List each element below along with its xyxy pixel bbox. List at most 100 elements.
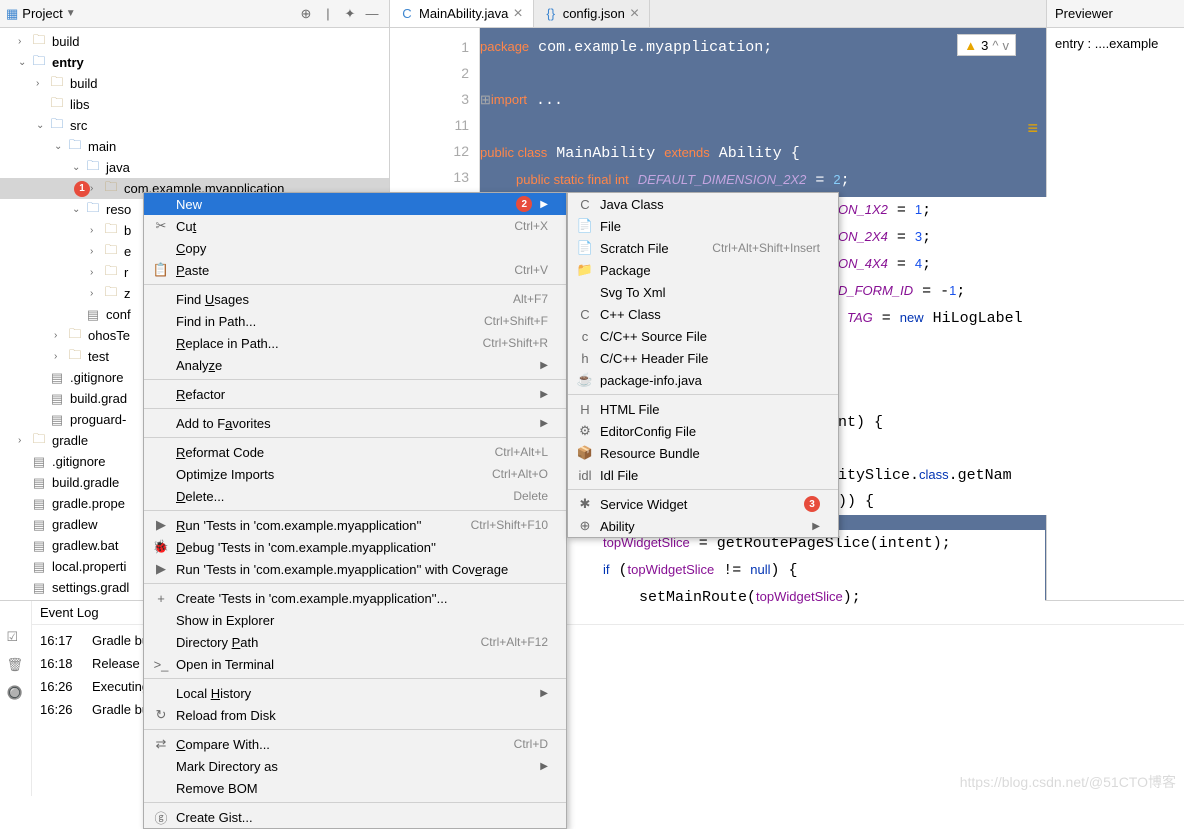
menu-item[interactable]: Mark Directory as▶: [144, 755, 566, 777]
folder-blue-icon: 🗀: [66, 139, 84, 155]
menu-icon: +: [152, 590, 170, 606]
editor-tab[interactable]: CMainAbility.java×: [390, 0, 534, 27]
menu-item[interactable]: 📦Resource Bundle: [568, 442, 838, 464]
menu-item[interactable]: Delete...Delete: [144, 485, 566, 507]
menu-item[interactable]: Find UsagesAlt+F7: [144, 288, 566, 310]
file-icon: ▤: [84, 307, 102, 323]
menu-separator: [144, 437, 566, 438]
tree-item[interactable]: ⌄🗀src: [0, 115, 389, 136]
menu-item[interactable]: Directory PathCtrl+Alt+F12: [144, 631, 566, 653]
menu-icon: [152, 335, 170, 351]
folder-icon: 🗀: [102, 265, 120, 281]
minimize-icon[interactable]: —: [363, 5, 381, 23]
menu-item[interactable]: ⚙EditorConfig File: [568, 420, 838, 442]
chevron-down-icon[interactable]: v: [1003, 38, 1010, 53]
menu-separator: [144, 729, 566, 730]
tree-item[interactable]: ⌄🗀java: [0, 157, 389, 178]
menu-icon: [152, 685, 170, 701]
line-number: 1: [390, 34, 479, 60]
tree-item[interactable]: ⌄🗀entry: [0, 52, 389, 73]
menu-item[interactable]: Refactor▶: [144, 383, 566, 405]
menu-item[interactable]: Optimize ImportsCtrl+Alt+O: [144, 463, 566, 485]
menu-item[interactable]: Add to Favorites▶: [144, 412, 566, 434]
menu-separator: [144, 678, 566, 679]
folder-blue-icon: 🗀: [48, 118, 66, 134]
menu-icon: c: [576, 328, 594, 344]
file-icon: ▤: [30, 454, 48, 470]
menu-icon: H: [576, 401, 594, 417]
menu-item[interactable]: Replace in Path...Ctrl+Shift+R: [144, 332, 566, 354]
check-icon[interactable]: ☑: [7, 629, 25, 647]
menu-item[interactable]: hC/C++ Header File: [568, 347, 838, 369]
menu-item[interactable]: >_Open in Terminal: [144, 653, 566, 675]
close-icon[interactable]: ×: [630, 5, 639, 23]
menu-item[interactable]: ✱Service Widget3: [568, 493, 838, 515]
menu-item[interactable]: ⊕Ability▶: [568, 515, 838, 537]
menu-item[interactable]: ↻Reload from Disk: [144, 704, 566, 726]
project-icon: ▦: [6, 6, 18, 22]
chevron-up-icon[interactable]: ^: [992, 38, 998, 53]
menu-item[interactable]: Analyze▶: [144, 354, 566, 376]
menu-item[interactable]: 📄File: [568, 215, 838, 237]
menu-separator: [568, 489, 838, 490]
menu-item[interactable]: ☕package-info.java: [568, 369, 838, 391]
tree-item[interactable]: 🗀libs: [0, 94, 389, 115]
previewer-panel: Previewer entry : ....example: [1046, 0, 1184, 600]
tree-item[interactable]: ⌄🗀main: [0, 136, 389, 157]
folder-blue-icon: 🗀: [30, 55, 48, 71]
settings-icon[interactable]: ✦: [341, 5, 359, 23]
tree-item[interactable]: ›🗀build: [0, 31, 389, 52]
badge: 2: [516, 196, 532, 212]
menu-icon: [152, 780, 170, 796]
warnings-indicator[interactable]: ▲ 3 ^ v: [957, 34, 1016, 56]
menu-item[interactable]: 🐞Debug 'Tests in 'com.example.myapplicat…: [144, 536, 566, 558]
new-submenu[interactable]: CJava Class📄File📄Scratch FileCtrl+Alt+Sh…: [567, 192, 839, 538]
context-menu[interactable]: New2▶✂CutCtrl+XCopy📋PasteCtrl+V Find Usag…: [143, 192, 567, 829]
menu-icon: C: [576, 306, 594, 322]
menu-icon: [152, 758, 170, 774]
menu-item[interactable]: ✂CutCtrl+X: [144, 215, 566, 237]
folder-blue-icon: 🗀: [84, 160, 102, 176]
divider: |: [319, 5, 337, 23]
menu-item[interactable]: New2▶: [144, 193, 566, 215]
menu-item[interactable]: Local History▶: [144, 682, 566, 704]
menu-item[interactable]: cC/C++ Source File: [568, 325, 838, 347]
menu-item[interactable]: +Create 'Tests in 'com.example.myapplica…: [144, 587, 566, 609]
settings-icon[interactable]: 🔘: [7, 685, 25, 703]
menu-icon: 🐞: [152, 539, 170, 555]
menu-icon: ✂: [152, 218, 170, 234]
menu-icon: [152, 444, 170, 460]
menu-item[interactable]: idlIdl File: [568, 464, 838, 486]
close-icon[interactable]: ×: [513, 5, 522, 23]
folder-icon: 🗀: [102, 286, 120, 302]
file-icon: ▤: [48, 370, 66, 386]
editor-tab[interactable]: {}config.json×: [534, 0, 651, 27]
file-icon: ▤: [30, 559, 48, 575]
watermark: https://blog.csdn.net/@51CTO博客: [960, 772, 1176, 792]
menu-item[interactable]: ⇄Compare With...Ctrl+D: [144, 733, 566, 755]
menu-item[interactable]: ▶Run 'Tests in 'com.example.myapplicatio…: [144, 514, 566, 536]
file-icon: ▤: [48, 391, 66, 407]
menu-item[interactable]: 📁Package: [568, 259, 838, 281]
menu-item[interactable]: CJava Class: [568, 193, 838, 215]
file-icon: {}: [544, 7, 558, 21]
menu-item[interactable]: Svg To Xml: [568, 281, 838, 303]
menu-item[interactable]: Show in Explorer: [144, 609, 566, 631]
menu-item[interactable]: CC++ Class: [568, 303, 838, 325]
trash-icon[interactable]: 🗑: [7, 657, 25, 675]
menu-item[interactable]: Find in Path...Ctrl+Shift+F: [144, 310, 566, 332]
menu-item[interactable]: ▶Run 'Tests in 'com.example.myapplicatio…: [144, 558, 566, 580]
project-title[interactable]: Project: [22, 6, 62, 21]
menu-item[interactable]: HHTML File: [568, 398, 838, 420]
tree-item[interactable]: ›🗀build: [0, 73, 389, 94]
target-icon[interactable]: ⊕: [297, 5, 315, 23]
menu-item[interactable]: ⓖCreate Gist...: [144, 806, 566, 828]
menu-icon: idl: [576, 467, 594, 483]
folder-icon: 🗀: [102, 244, 120, 260]
menu-item[interactable]: 📄Scratch FileCtrl+Alt+Shift+Insert: [568, 237, 838, 259]
menu-icon: ✱: [576, 496, 594, 512]
menu-item[interactable]: 📋PasteCtrl+V: [144, 259, 566, 281]
menu-item[interactable]: Reformat CodeCtrl+Alt+L: [144, 441, 566, 463]
dropdown-icon[interactable]: ▼: [66, 8, 76, 19]
menu-item[interactable]: Copy: [144, 237, 566, 259]
